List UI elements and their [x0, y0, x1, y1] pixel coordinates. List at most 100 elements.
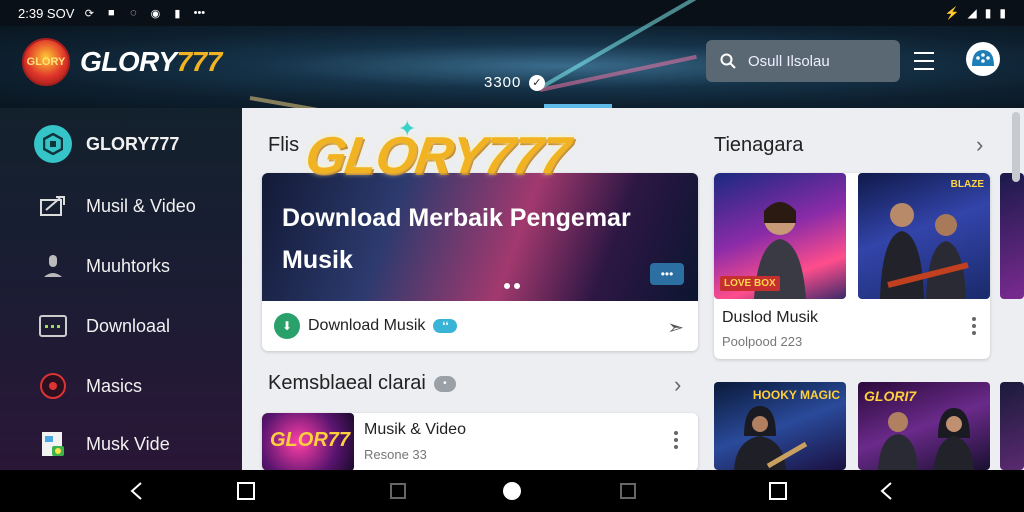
user-icon [34, 247, 72, 285]
section-badge: • [433, 375, 456, 392]
list-item-title: Musik & Video [364, 421, 466, 438]
sidebar-item-label: Masics [86, 375, 143, 396]
back-button[interactable] [116, 470, 156, 512]
back-button[interactable] [866, 470, 906, 512]
loading-icon: ◌ [130, 7, 137, 19]
logo-badge: GLORY [22, 38, 70, 86]
hamburger-icon [914, 49, 934, 73]
trending-thumbnail[interactable]: GLORI7 [858, 382, 990, 470]
recents-icon [620, 483, 636, 499]
menu-button[interactable] [904, 40, 944, 82]
more-vert-icon[interactable] [674, 431, 678, 449]
recents-icon [237, 482, 255, 500]
signal-icon: ◢ [967, 6, 977, 20]
sidebar-item-label: Downloaal [86, 315, 171, 336]
wifi-icon: ⚡ [944, 6, 960, 20]
counter-value: 3300 [484, 74, 522, 91]
battery-icon: ▮ [984, 6, 992, 20]
thumbnail-tag: LOVE BOX [720, 276, 780, 291]
recents-button[interactable] [758, 470, 798, 512]
send-icon[interactable]: ➣ [667, 315, 684, 340]
app-logo-icon [34, 125, 72, 163]
status-bar: 2:39 SOV ⟳ ■ ◌ ◉ ▮ ••• ⚡ ◢ ▮ ▮ [0, 0, 1024, 26]
sidebar-item-networks[interactable]: Muuhtorks [0, 240, 242, 292]
hero-more-button[interactable]: ••• [650, 263, 684, 285]
footer-badge: ❛❛ [433, 319, 458, 333]
section-title-recommended: Kemsblaeal clarai • [268, 372, 456, 395]
sidebar-item-glory777[interactable]: GLORY777 [0, 118, 242, 170]
sidebar-item-label: Musil & Video [86, 195, 196, 216]
trending-thumbnail-partial[interactable] [1000, 173, 1024, 299]
list-item[interactable]: GLOR77 Musik & Video Resone 33 [262, 413, 698, 470]
battery-icon: ▮ [999, 6, 1006, 20]
trending-thumbnail-partial[interactable] [1000, 382, 1024, 470]
sidebar-item-label: Muuhtorks [86, 255, 171, 276]
notification-icon: ■ [108, 7, 115, 19]
media-icon [34, 187, 72, 225]
trending-thumbnail: LOVE BOX [714, 173, 846, 299]
thumbnail-tag: HOOKY MAGIC [752, 388, 840, 402]
list-item-thumbnail: GLOR77 [262, 413, 354, 470]
navigation-bar [0, 470, 1024, 512]
back-icon [880, 482, 892, 500]
thumbnail-tag: GLORI7 [864, 388, 917, 404]
sidebar-item-music-video-2[interactable]: Musk Vide [0, 418, 242, 470]
logo-digits: 777 [176, 46, 223, 77]
main-content: Flis Download Merbaik Pengemar Musik •••… [242, 108, 1024, 470]
sync-icon: ⟳ [84, 7, 94, 20]
download-icon: ⬇ [274, 313, 300, 339]
more-vert-icon[interactable] [972, 317, 976, 335]
check-icon: ✓ [529, 74, 546, 91]
search-input[interactable]: Osull Ilsolau [748, 53, 830, 70]
sidebar-item-label: GLORY777 [86, 133, 180, 154]
music-disc-icon [34, 367, 72, 405]
avatar[interactable] [966, 42, 1000, 76]
thumbnail-tag: BLAZE [950, 179, 984, 190]
hero-title: Download Merbaik Pengemar Musik [282, 204, 631, 274]
sidebar-item-download[interactable]: Downloaal [0, 300, 242, 352]
sim-icon: ▮ [174, 7, 181, 20]
carousel-dots[interactable] [504, 283, 520, 289]
clock: 2:39 SOV [18, 5, 75, 21]
trending-thumbnail[interactable]: HOOKY MAGIC [714, 382, 846, 470]
recents-button-secondary[interactable] [608, 470, 648, 512]
more-dots-icon: ••• [193, 7, 206, 19]
hero-footer[interactable]: ⬇ Download Musik ❛❛ ➣ [262, 301, 698, 351]
trending-thumbnail: BLAZE [858, 173, 990, 299]
search-icon [720, 53, 736, 69]
counter: 3300 ✓ [484, 74, 546, 91]
recents-button-secondary[interactable] [378, 470, 418, 512]
recents-icon [390, 483, 406, 499]
scrollbar[interactable] [1012, 112, 1020, 182]
home-button[interactable] [492, 470, 532, 512]
section-title-featured: Flis [268, 134, 300, 156]
app-header: GLORY GLORY777 3300 ✓ Osull Ilsolau [0, 0, 1024, 125]
download-box-icon [34, 307, 72, 345]
hero-footer-label: Download Musik [308, 317, 426, 334]
chevron-right-icon[interactable]: › [976, 132, 983, 158]
recents-button[interactable] [226, 470, 266, 512]
back-icon [130, 482, 142, 500]
star-icon: ✦ [398, 116, 417, 141]
search-bar[interactable]: Osull Ilsolau [706, 40, 900, 82]
sidebar-item-music-video[interactable]: Musil & Video [0, 180, 242, 232]
video-file-icon [34, 425, 72, 463]
hero-card[interactable]: Download Merbaik Pengemar Musik ••• ⬇ Do… [262, 173, 698, 351]
chevron-right-icon[interactable]: › [674, 372, 681, 398]
logo-text: GLORY777 [80, 46, 222, 78]
app-logo[interactable]: GLORY GLORY777 [22, 38, 222, 86]
sidebar-item-label: Musk Vide [86, 433, 170, 454]
profile-icon [972, 50, 994, 66]
sidebar: GLORY777 Musil & Video Muuhtorks Downloa… [0, 108, 242, 470]
list-item-subtitle: Resone 33 [364, 447, 427, 462]
trending-card-title: Duslod Musik [722, 309, 819, 326]
recents-icon [769, 482, 787, 500]
trending-card-subtitle: Poolpood 223 [722, 334, 803, 349]
thumbnail-label: GLOR77 [270, 429, 351, 451]
home-icon [503, 482, 521, 500]
logo-word: GLORY [80, 46, 177, 77]
trending-card[interactable]: LOVE BOX BLAZE Duslod Musik Poolpood 223 [714, 173, 990, 359]
chat-icon: ◉ [150, 7, 161, 20]
sidebar-item-musics[interactable]: Masics [0, 360, 242, 412]
section-title-trending: Tienagara [714, 134, 804, 156]
